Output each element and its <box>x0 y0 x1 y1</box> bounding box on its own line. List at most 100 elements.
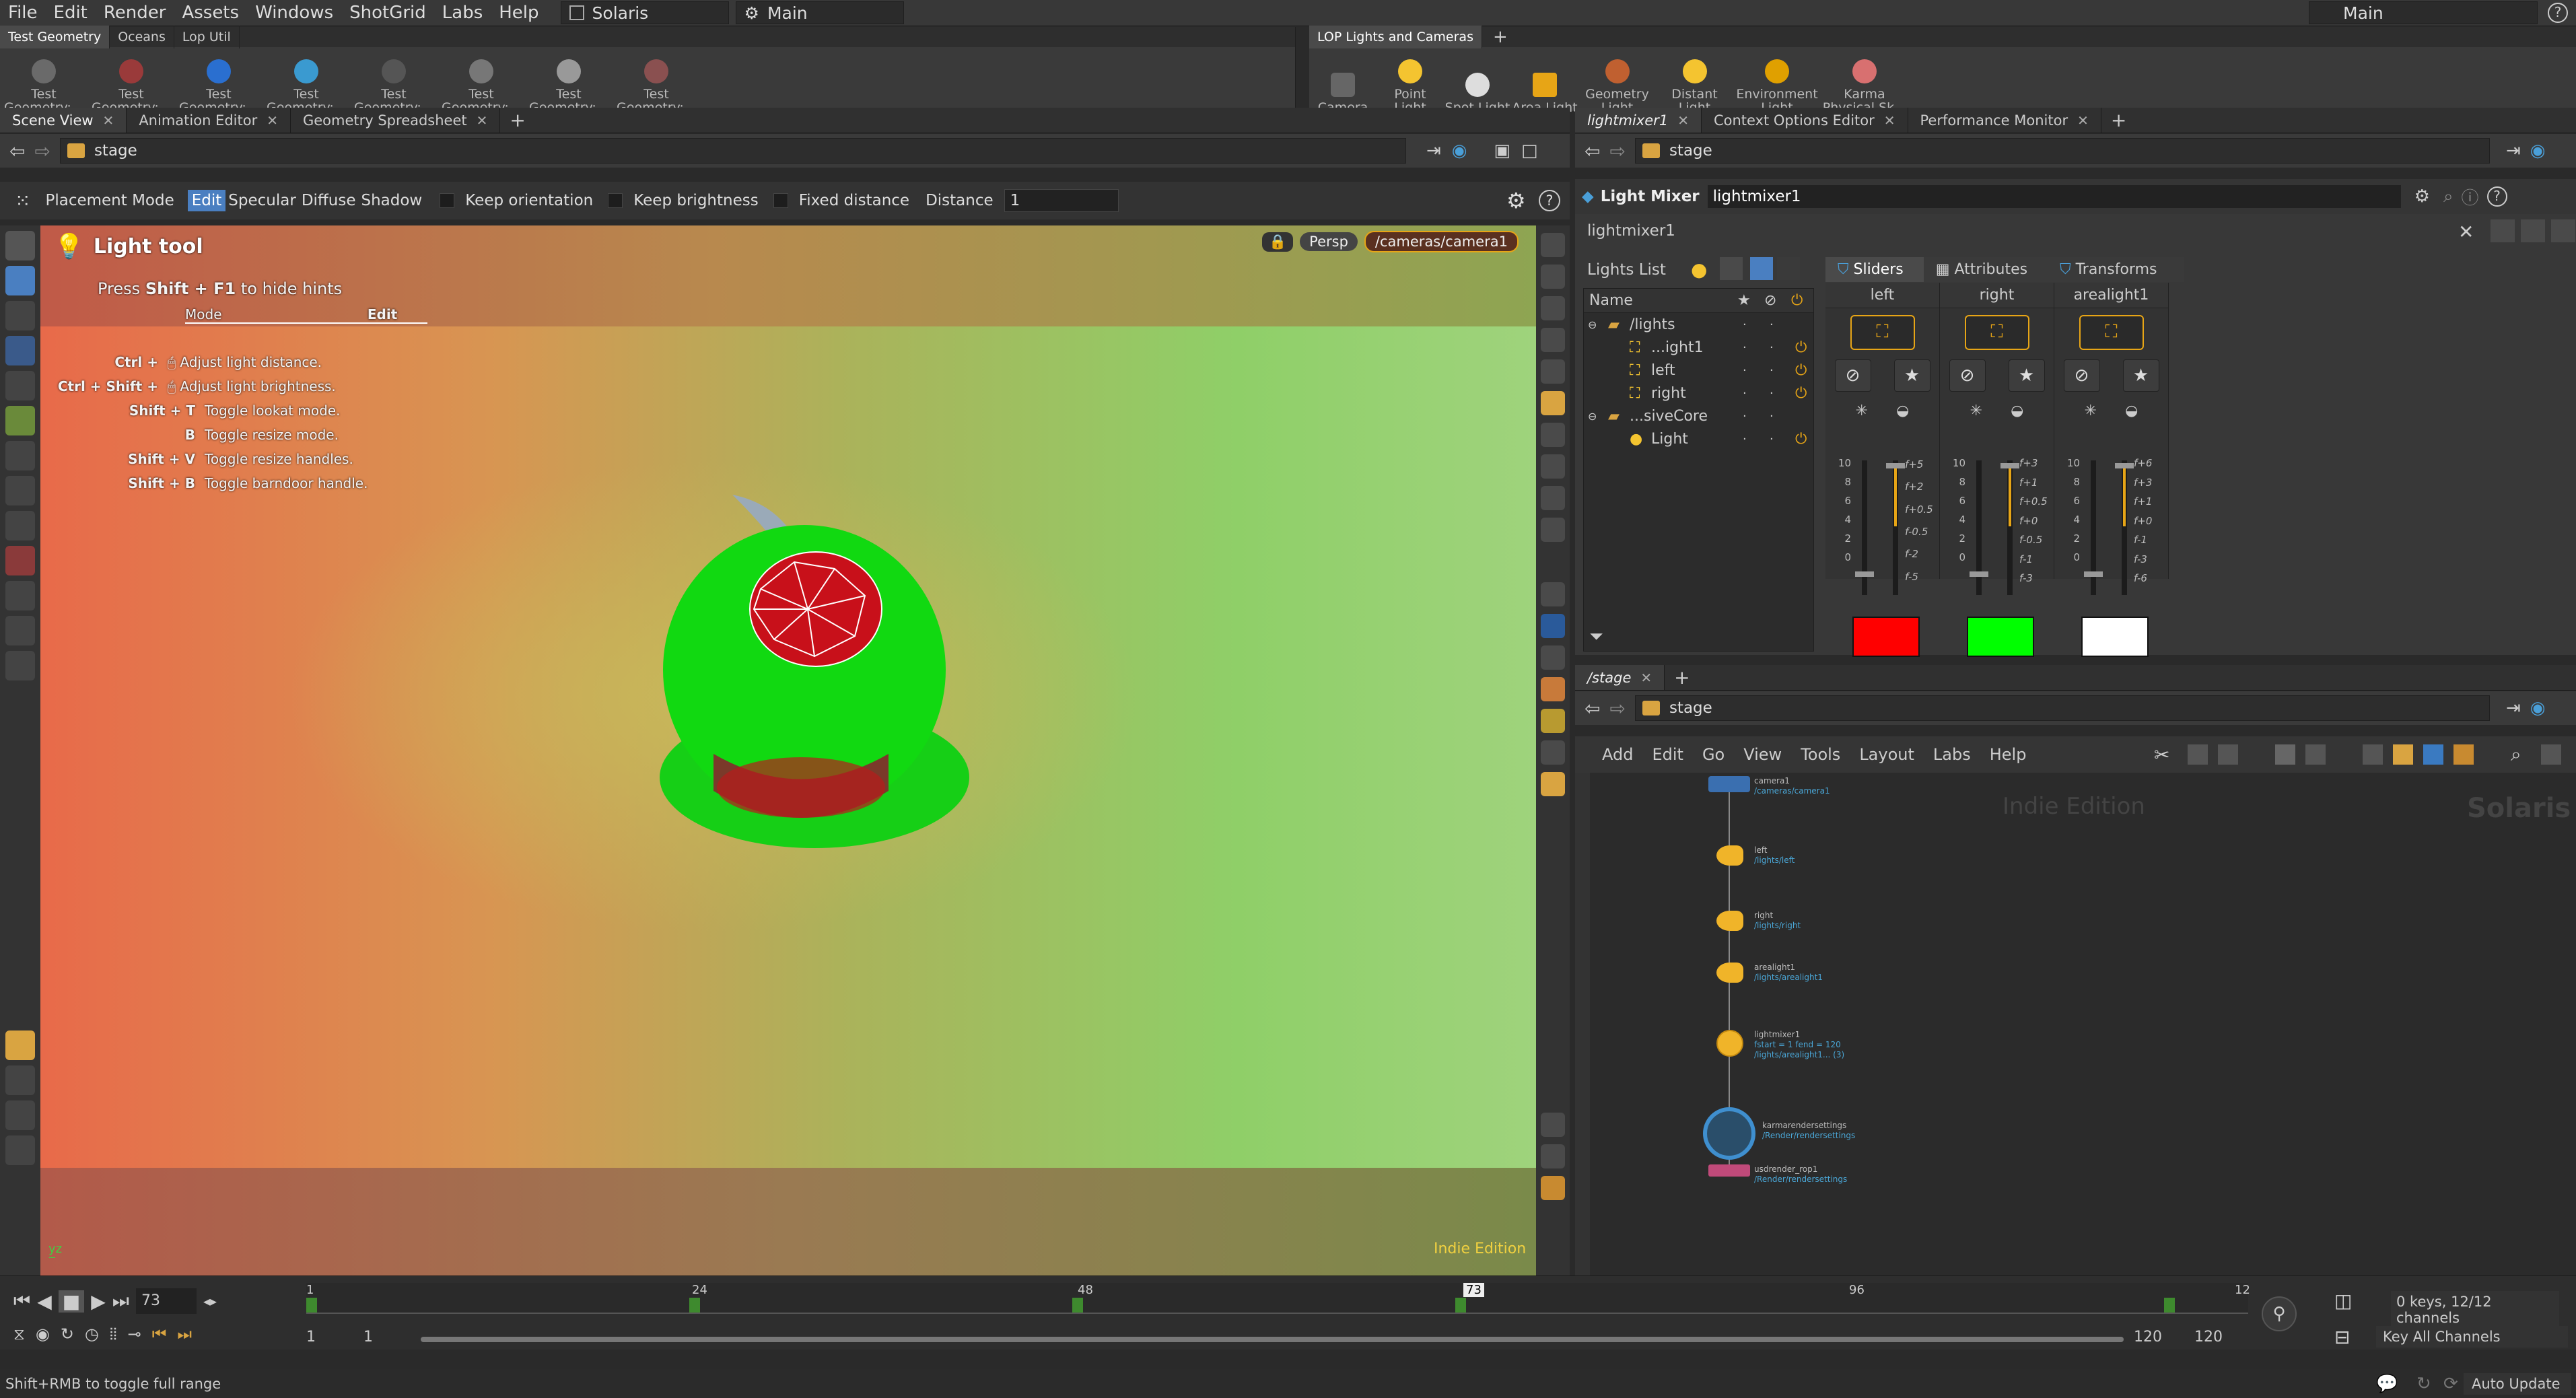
keyframe-marker[interactable] <box>1072 1298 1083 1313</box>
solo-toggle[interactable]: · <box>1770 386 1774 400</box>
light-color-swatch[interactable] <box>2081 617 2149 657</box>
intensity-slider[interactable] <box>1855 460 1874 595</box>
grid-icon[interactable] <box>2275 744 2295 765</box>
expand-icon[interactable] <box>2551 219 2575 242</box>
tree-row[interactable]: ● Light · · ⏻ <box>1584 427 1813 450</box>
menu-help[interactable]: Help <box>499 3 538 23</box>
tree-row[interactable]: ⛶ right · · ⏻ <box>1584 382 1813 405</box>
tree-row[interactable]: ⊖ ▰ /lights · · <box>1584 313 1813 336</box>
view-tool-icon[interactable] <box>5 616 35 645</box>
forward-arrow-icon[interactable]: ⇨ <box>1609 697 1625 720</box>
shelf-tool-geometry-light[interactable]: Geometry Light <box>1578 44 1656 114</box>
star-icon[interactable]: ★ <box>1737 292 1764 309</box>
folder-add-icon[interactable] <box>1720 257 1743 280</box>
current-frame-field[interactable]: 73 <box>135 1288 197 1314</box>
link-icon[interactable]: ◉ <box>2530 141 2546 161</box>
quad-view-icon[interactable] <box>1541 1176 1565 1200</box>
grid-alt-icon[interactable] <box>2305 744 2326 765</box>
hint-tab-mode[interactable]: Mode <box>185 306 222 322</box>
pin-icon[interactable]: ⇥ <box>2506 141 2521 161</box>
tab-scene-view[interactable]: Scene View ✕ <box>0 108 127 133</box>
power-icon[interactable]: ⏻ <box>1791 292 1803 309</box>
add-tab-icon[interactable]: + <box>1674 666 1690 689</box>
tree-view-icon[interactable] <box>1750 257 1773 280</box>
close-icon[interactable]: ✕ <box>103 112 114 129</box>
select-light-button[interactable]: ⛶ <box>2079 315 2144 350</box>
close-icon[interactable]: ✕ <box>1640 670 1652 686</box>
spot-tool-icon[interactable] <box>5 371 35 400</box>
keep-brightness-checkbox[interactable] <box>608 193 623 208</box>
shelf-tool-area-light[interactable]: Area Light <box>1511 44 1578 114</box>
intensity-slider[interactable] <box>2084 460 2103 595</box>
power-icon[interactable]: ⏻ <box>1795 431 1807 448</box>
network-path-field[interactable]: stage <box>1634 695 2490 721</box>
test-geometry-render[interactable] <box>633 495 1010 872</box>
network-node[interactable]: lightmixer1 fstart = 1 fend = 120 /lights… <box>1708 1030 1844 1059</box>
pin-icon[interactable]: ⇥ <box>1426 141 1441 161</box>
sticky-note-icon[interactable] <box>2393 744 2413 765</box>
tree-row[interactable]: ⊖ ▰ ...siveCore · · <box>1584 405 1813 427</box>
layout-icon[interactable] <box>2491 219 2515 242</box>
star-button[interactable]: ★ <box>2008 359 2045 392</box>
shelf-tool-karma-physical-sky[interactable]: Karma Physical Sk... <box>1821 44 1908 114</box>
shelf-tool-test-geometry-1[interactable]: Test Geometry:... <box>0 44 88 114</box>
intensity-icon[interactable]: ✳ <box>2085 403 2097 419</box>
select-light-button[interactable]: ⛶ <box>1964 315 2029 350</box>
network-node[interactable]: arealight1/lights/arealight1 <box>1708 963 1823 983</box>
network-box-icon[interactable] <box>2363 744 2383 765</box>
add-tab-icon[interactable]: + <box>510 109 525 131</box>
search-icon[interactable]: ⌕ <box>2511 743 2521 766</box>
lock-camera-icon[interactable] <box>1541 296 1565 320</box>
network-node[interactable]: left/lights/left <box>1708 845 1795 866</box>
grid-dots-icon[interactable]: ⁙ <box>15 190 30 212</box>
slider-handle[interactable] <box>1886 463 1905 468</box>
gamma-icon[interactable] <box>1541 740 1565 765</box>
timeline-ruler[interactable]: 1 24 48 73 96 12 <box>306 1283 2250 1314</box>
frame-range-slider[interactable] <box>421 1337 2124 1342</box>
sync-icon[interactable]: ⟳ <box>2443 1374 2458 1394</box>
realtime-icon[interactable]: ⧖ <box>13 1325 25 1343</box>
close-icon[interactable]: ✕ <box>1677 112 1689 129</box>
go-end-icon[interactable]: ⏭ <box>112 1290 129 1313</box>
next-key-icon[interactable]: ⏭ <box>177 1325 192 1343</box>
net-menu-add[interactable]: Add <box>1602 745 1633 764</box>
keep-orientation-checkbox[interactable] <box>440 193 455 208</box>
stack-icon[interactable] <box>2453 744 2474 765</box>
go-start-icon[interactable]: ⏮ <box>13 1290 30 1313</box>
add-light-icon[interactable]: ● <box>1691 258 1707 281</box>
end-frame-field-2[interactable]: 120 <box>2194 1329 2223 1345</box>
pause-icon[interactable] <box>1541 614 1565 638</box>
slider-handle[interactable] <box>2000 463 2019 468</box>
context-dropdown[interactable]: ⚙ Main <box>735 1 904 24</box>
handle-tool-icon[interactable] <box>5 511 35 540</box>
camera-menu-button[interactable]: /cameras/camera1 <box>1364 231 1519 252</box>
menu-assets[interactable]: Assets <box>182 3 239 23</box>
display-icon[interactable] <box>1541 233 1565 257</box>
light-icon[interactable] <box>1541 423 1565 447</box>
net-menu-go[interactable]: Go <box>1702 745 1725 764</box>
menu-shotgrid[interactable]: ShotGrid <box>349 3 426 23</box>
exposure-icon[interactable]: ◒ <box>1896 403 1909 419</box>
translate-tool-icon[interactable] <box>5 406 35 435</box>
shelf-tool-distant-light[interactable]: Distant Light <box>1656 44 1733 114</box>
list-icon[interactable] <box>2218 744 2238 765</box>
key-all-icon[interactable]: ⊟ <box>2334 1326 2350 1348</box>
menu-render[interactable]: Render <box>104 3 166 23</box>
slider-handle[interactable] <box>1855 571 1874 577</box>
intensity-slider[interactable] <box>1970 460 1988 595</box>
star-toggle[interactable]: · <box>1743 341 1747 355</box>
start-frame-field-2[interactable]: 1 <box>363 1329 373 1345</box>
collapse-icon[interactable]: ⊖ <box>1588 318 1604 331</box>
close-icon[interactable]: ✕ <box>2077 112 2089 129</box>
network-node[interactable]: right/lights/right <box>1708 911 1801 931</box>
pose-tool-icon[interactable] <box>5 581 35 610</box>
tab-stage[interactable]: /stage ✕ <box>1575 665 1665 690</box>
auto-update-dropdown[interactable]: Auto Update <box>2464 1372 2571 1395</box>
star-toggle[interactable]: · <box>1743 318 1747 332</box>
shelf-tool-icon[interactable] <box>5 1030 35 1060</box>
tab-context-options-editor[interactable]: Context Options Editor ✕ <box>1702 108 1908 133</box>
loop-icon[interactable]: ↻ <box>61 1325 74 1343</box>
star-button[interactable]: ★ <box>2122 359 2159 392</box>
solo-toggle[interactable]: · <box>1770 318 1774 332</box>
menu-windows[interactable]: Windows <box>255 3 333 23</box>
